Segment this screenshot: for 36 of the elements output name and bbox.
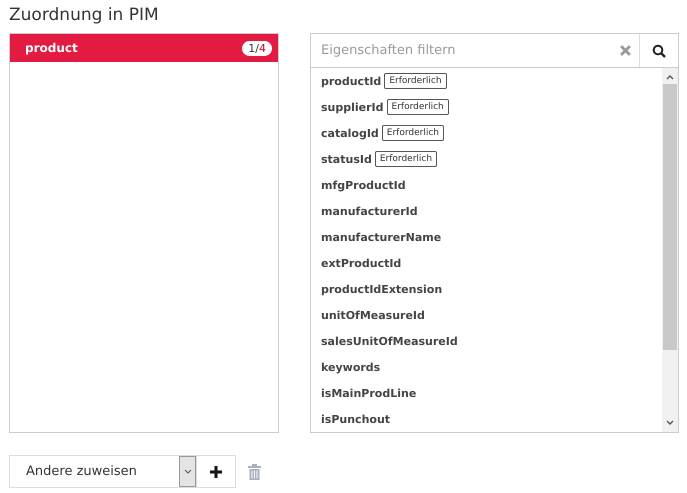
delete-button[interactable] [248, 464, 261, 480]
close-icon [620, 45, 630, 56]
property-name[interactable]: isMainProdLine [321, 386, 416, 400]
mapping-label: product [25, 41, 78, 55]
property-name[interactable]: manufacturerId [321, 204, 418, 218]
trash-icon [248, 464, 261, 480]
count-badge: 1/4 [242, 40, 272, 56]
scroll-thumb[interactable] [663, 84, 677, 350]
property-name[interactable]: salesUnitOfMeasureId [321, 334, 458, 348]
caret-icon [184, 469, 192, 474]
property-name[interactable]: productId [321, 74, 382, 88]
property-name[interactable]: productIdExtension [321, 282, 442, 296]
required-tag: Erforderlich [384, 73, 447, 89]
section-title: Zuordnung in PIM [9, 5, 160, 26]
property-name[interactable]: mfgProductId [321, 178, 406, 192]
filter-field[interactable]: Eigenschaften filtern [310, 33, 611, 67]
property-name[interactable]: extProductId [321, 256, 402, 270]
search-icon [652, 44, 666, 58]
property-name[interactable]: manufacturerName [321, 230, 442, 244]
required-tag: Erforderlich [374, 151, 438, 167]
property-name[interactable]: isPunchout [321, 412, 390, 426]
required-tag: Erforderlich [386, 99, 449, 115]
property-name[interactable]: unitOfMeasureId [321, 308, 425, 322]
property-name[interactable]: keywords [321, 360, 380, 374]
mapping-item[interactable]: product 1/4 [10, 34, 278, 62]
property-name[interactable]: catalogId [321, 126, 379, 140]
scrollbar[interactable] [662, 68, 678, 432]
required-tag: Erforderlich [382, 125, 444, 141]
scroll-up-icon [666, 74, 674, 80]
scroll-down-icon [666, 420, 674, 426]
assign-select[interactable]: Andere zuweisen [9, 455, 197, 488]
search-button[interactable] [639, 33, 679, 67]
property-name[interactable]: supplierId [321, 100, 384, 114]
add-button[interactable] [197, 455, 236, 488]
plus-icon [210, 466, 222, 478]
property-name[interactable]: statusId [321, 152, 372, 166]
